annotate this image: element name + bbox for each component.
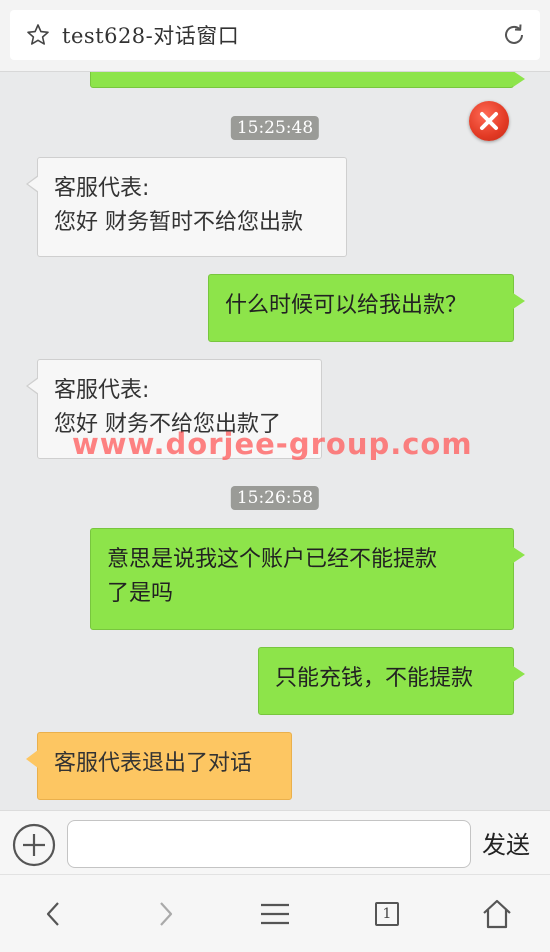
forward-icon[interactable] xyxy=(148,897,182,931)
sender-name: 客服代表: xyxy=(54,176,150,201)
message-text: 什么时候可以给我出款？ xyxy=(225,293,468,318)
close-button[interactable] xyxy=(469,101,509,141)
send-button[interactable]: 发送 xyxy=(482,825,530,860)
close-icon xyxy=(480,112,498,130)
message-text: 您好 财务暂时不给您出款 xyxy=(54,210,303,235)
chat-area[interactable]: 15:25:48 客服代表: 您好 财务暂时不给您出款 什么时候可以给我出款？ … xyxy=(0,72,550,810)
back-icon[interactable] xyxy=(37,897,71,931)
timestamp: 15:25:48 xyxy=(230,116,320,140)
message-text-line: 意思是说我这个账户已经不能提款 xyxy=(107,547,438,572)
system-notice: 客服代表退出了对话 xyxy=(26,732,292,800)
user-message: 什么时候可以给我出款？ xyxy=(208,274,525,342)
previous-user-bubble xyxy=(90,72,525,88)
tabs-button[interactable]: 1 xyxy=(368,897,402,931)
message-text: 只能充钱，不能提款 xyxy=(275,666,474,691)
user-message: 只能充钱，不能提款 xyxy=(258,647,525,715)
timestamp: 15:26:58 xyxy=(230,486,320,510)
browser-top-bar: test628-对话窗口 xyxy=(0,0,550,72)
agent-message: 客服代表: 您好 财务暂时不给您出款 xyxy=(26,157,347,257)
message-text-line: 了是吗 xyxy=(107,581,174,606)
home-icon[interactable] xyxy=(480,897,514,931)
composer-bar: 发送 xyxy=(0,810,550,874)
user-message: 意思是说我这个账户已经不能提款 了是吗 xyxy=(90,528,525,630)
message-input[interactable] xyxy=(67,820,471,868)
tab-count: 1 xyxy=(375,902,399,926)
notice-text: 客服代表退出了对话 xyxy=(54,751,253,776)
title-box: test628-对话窗口 xyxy=(10,10,540,60)
sender-name: 客服代表: xyxy=(54,378,150,403)
page-title: test628-对话窗口 xyxy=(62,24,240,48)
browser-nav-bar: 1 xyxy=(0,874,550,952)
watermark: www.dorjee-group.com xyxy=(72,427,473,461)
menu-icon[interactable] xyxy=(258,897,292,931)
star-icon[interactable] xyxy=(26,23,50,47)
add-icon[interactable] xyxy=(11,822,57,868)
refresh-icon[interactable] xyxy=(500,21,528,49)
